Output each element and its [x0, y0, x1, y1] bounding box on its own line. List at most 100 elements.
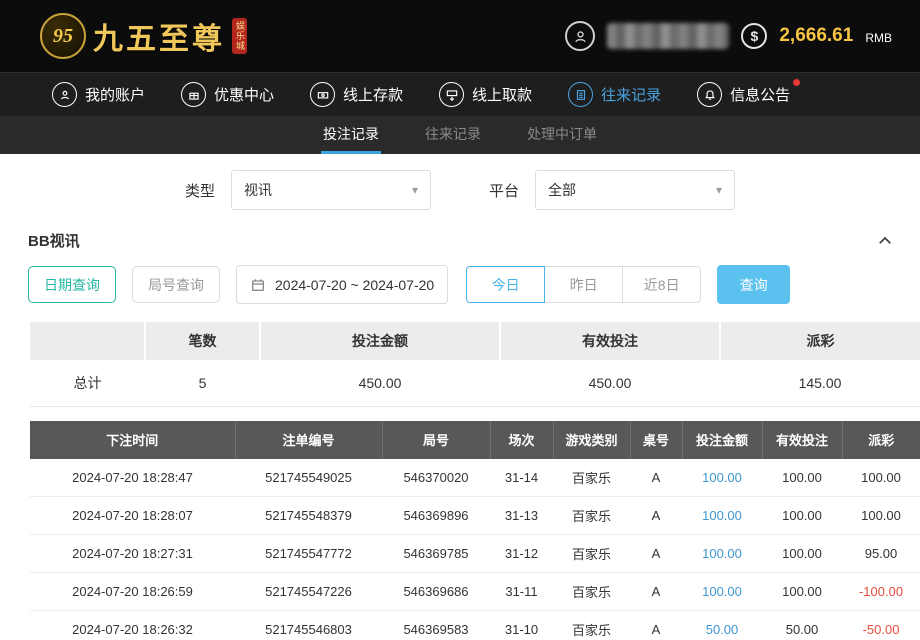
cell-session: 31-10: [490, 611, 553, 640]
cell-session: 31-13: [490, 497, 553, 535]
range-button-group: 今日 昨日 近8日: [466, 266, 701, 303]
cell-table-no: A: [630, 535, 682, 573]
site-logo[interactable]: 95 九五至尊 娱乐城: [40, 13, 247, 59]
col-table-no: 桌号: [630, 421, 682, 459]
cell-bet-amount-link[interactable]: 100.00: [682, 459, 762, 497]
cell-valid-bet: 100.00: [762, 535, 842, 573]
chevron-down-icon: ▾: [412, 183, 418, 197]
nav-item-records[interactable]: 往来记录: [568, 82, 661, 107]
bell-icon: [697, 82, 722, 107]
user-avatar-icon[interactable]: [565, 21, 595, 51]
tab-transaction-records[interactable]: 往来记录: [423, 116, 483, 154]
col-round-id: 局号: [382, 421, 490, 459]
summary-total-label: 总计: [30, 360, 145, 406]
cell-bet-id: 521745547226: [235, 573, 382, 611]
bet-records-table: 下注时间 注单编号 局号 场次 游戏类别 桌号 投注金额 有效投注 派彩 202…: [30, 421, 920, 640]
nav-label: 我的账户: [85, 84, 145, 105]
round-query-button[interactable]: 局号查询: [132, 266, 220, 303]
cell-game-type: 百家乐: [553, 497, 630, 535]
logo-title: 九五至尊: [93, 14, 225, 58]
section-header: BB视讯: [0, 222, 920, 265]
nav-item-my-account[interactable]: 我的账户: [52, 82, 145, 107]
cell-session: 31-14: [490, 459, 553, 497]
table-row: 2024-07-20 18:28:07 521745548379 5463698…: [30, 497, 920, 535]
col-session: 场次: [490, 421, 553, 459]
username-blurred[interactable]: [607, 23, 729, 49]
cell-session: 31-12: [490, 535, 553, 573]
date-range-input[interactable]: 2024-07-20 ~ 2024-07-20: [236, 265, 448, 304]
summary-header-valid-bet: 有效投注: [500, 322, 720, 360]
nav-item-promotions[interactable]: 优惠中心: [181, 82, 274, 107]
cell-bet-id: 521745546803: [235, 611, 382, 640]
top-header: 95 九五至尊 娱乐城 $ 2,666.61 RMB: [0, 0, 920, 72]
cell-round-id: 546369785: [382, 535, 490, 573]
cell-bet-amount-link[interactable]: 50.00: [682, 611, 762, 640]
summary-total-row: 总计 5 450.00 450.00 145.00: [30, 360, 920, 406]
withdraw-icon: [439, 82, 464, 107]
col-bet-amount: 投注金额: [682, 421, 762, 459]
date-query-button[interactable]: 日期查询: [28, 266, 116, 303]
cell-valid-bet: 100.00: [762, 497, 842, 535]
nav-label: 优惠中心: [214, 84, 274, 105]
summary-header-payout: 派彩: [720, 322, 920, 360]
cell-bet-amount-link[interactable]: 100.00: [682, 497, 762, 535]
today-button[interactable]: 今日: [466, 266, 545, 303]
col-valid-bet: 有效投注: [762, 421, 842, 459]
table-row: 2024-07-20 18:27:31 521745547772 5463697…: [30, 535, 920, 573]
col-bet-time: 下注时间: [30, 421, 235, 459]
balance-amount: 2,666.61: [779, 25, 853, 47]
cell-bet-amount-link[interactable]: 100.00: [682, 573, 762, 611]
platform-filter-label: 平台: [489, 180, 519, 201]
cell-bet-id: 521745547772: [235, 535, 382, 573]
search-button[interactable]: 查询: [717, 265, 790, 304]
cell-round-id: 546369686: [382, 573, 490, 611]
cell-bet-amount-link[interactable]: 100.00: [682, 535, 762, 573]
summary-payout: 145.00: [720, 360, 920, 406]
nav-label: 信息公告: [730, 84, 790, 105]
chevron-down-icon: ▾: [716, 183, 722, 197]
type-select[interactable]: 视讯 ▾: [231, 170, 431, 210]
cell-payout: 100.00: [842, 459, 920, 497]
summary-header-bet-amount: 投注金额: [260, 322, 500, 360]
nav-label: 往来记录: [601, 84, 661, 105]
cell-game-type: 百家乐: [553, 573, 630, 611]
balance-currency: RMB: [865, 31, 892, 45]
logo-emblem-icon: 95: [40, 13, 86, 59]
summary-header-row: 笔数 投注金额 有效投注 派彩: [30, 322, 920, 360]
main-nav: 我的账户 优惠中心 线上存款 线上取款: [0, 72, 920, 116]
summary-table: 笔数 投注金额 有效投注 派彩 总计 5 450.00 450.00 145.0…: [30, 322, 920, 407]
cell-bet-time: 2024-07-20 18:27:31: [30, 535, 235, 573]
nav-item-withdraw[interactable]: 线上取款: [439, 82, 532, 107]
cell-round-id: 546369896: [382, 497, 490, 535]
col-payout: 派彩: [842, 421, 920, 459]
col-game-type: 游戏类别: [553, 421, 630, 459]
cell-table-no: A: [630, 611, 682, 640]
nav-label: 线上取款: [472, 84, 532, 105]
section-title: BB视讯: [28, 230, 80, 251]
tab-processing-orders[interactable]: 处理中订单: [525, 116, 599, 154]
cell-round-id: 546370020: [382, 459, 490, 497]
cell-bet-time: 2024-07-20 18:26:59: [30, 573, 235, 611]
summary-header-empty: [30, 322, 145, 360]
query-controls: 日期查询 局号查询 2024-07-20 ~ 2024-07-20 今日 昨日 …: [0, 265, 920, 322]
yesterday-button[interactable]: 昨日: [544, 266, 623, 303]
summary-count: 5: [145, 360, 260, 406]
notification-dot: [793, 79, 800, 86]
table-header-row: 下注时间 注单编号 局号 场次 游戏类别 桌号 投注金额 有效投注 派彩: [30, 421, 920, 459]
tab-bet-records[interactable]: 投注记录: [321, 116, 381, 154]
cell-bet-time: 2024-07-20 18:28:07: [30, 497, 235, 535]
cell-valid-bet: 100.00: [762, 459, 842, 497]
cell-table-no: A: [630, 573, 682, 611]
record-tabs: 投注记录 往来记录 处理中订单: [0, 116, 920, 154]
last-8-days-button[interactable]: 近8日: [622, 266, 701, 303]
platform-select[interactable]: 全部 ▾: [535, 170, 735, 210]
nav-item-announcements[interactable]: 信息公告: [697, 82, 790, 107]
cell-payout: -100.00: [842, 573, 920, 611]
collapse-chevron-up-icon[interactable]: [876, 232, 894, 250]
nav-item-deposit[interactable]: 线上存款: [310, 82, 403, 107]
summary-bet-amount: 450.00: [260, 360, 500, 406]
date-range-value: 2024-07-20 ~ 2024-07-20: [275, 277, 434, 293]
cell-game-type: 百家乐: [553, 535, 630, 573]
platform-select-value: 全部: [548, 180, 576, 200]
calendar-icon: [250, 277, 266, 293]
